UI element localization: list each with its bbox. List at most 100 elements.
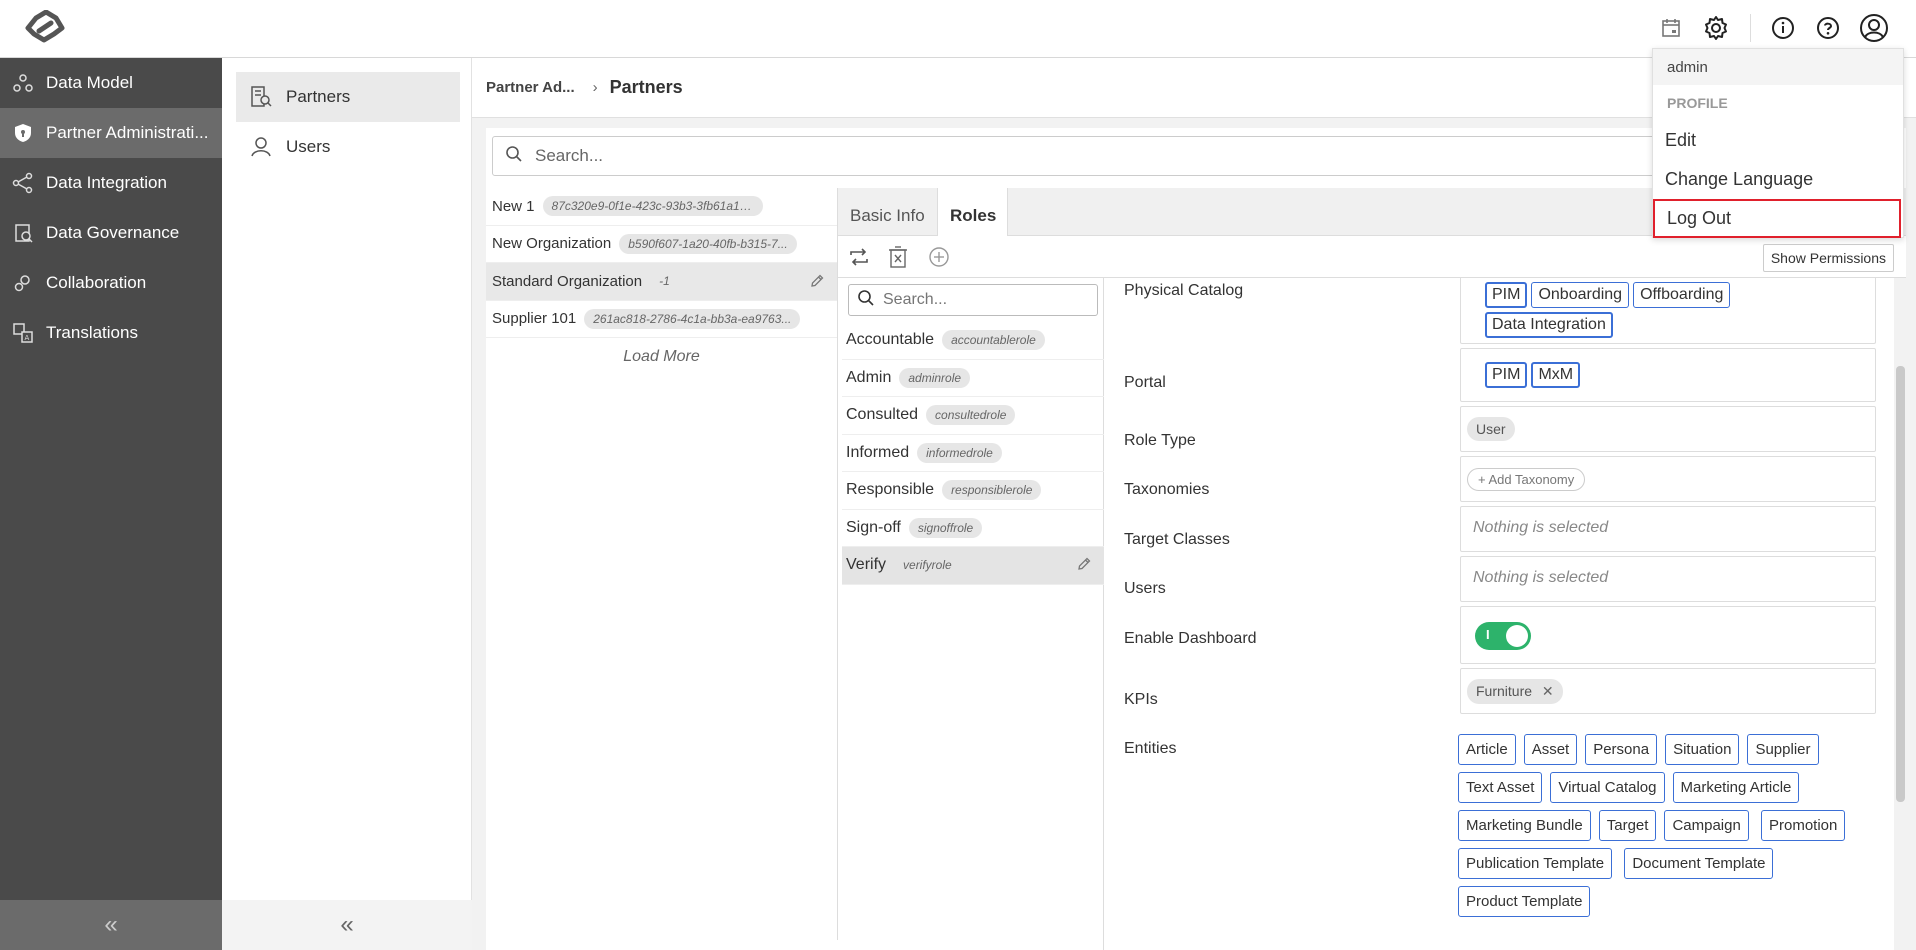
entity-tag[interactable]: Publication Template — [1458, 848, 1613, 879]
nav-item-label: Data Governance — [46, 223, 180, 242]
role-row[interactable]: Consulted consultedrole — [842, 397, 1104, 435]
enable-dashboard-toggle[interactable]: I — [1475, 622, 1531, 650]
physical-catalog-tag[interactable]: Offboarding — [1633, 282, 1731, 308]
role-name: Verify — [846, 556, 887, 574]
entity-tag[interactable]: Article — [1458, 734, 1516, 765]
role-name: Informed — [846, 443, 910, 461]
entity-tag[interactable]: Target — [1598, 810, 1657, 841]
entity-tag[interactable]: Supplier — [1747, 734, 1819, 765]
refresh-icon[interactable] — [848, 246, 870, 272]
physical-catalog-tag[interactable]: Onboarding — [1531, 282, 1630, 308]
role-row[interactable]: Admin adminrole — [842, 360, 1104, 397]
governance-icon — [0, 222, 46, 244]
role-list: Accountable accountablerole Admin adminr… — [838, 278, 1104, 950]
calendar-icon[interactable] — [1655, 12, 1687, 44]
target-classes-placeholder: Nothing is selected — [1473, 519, 1609, 536]
role-search — [848, 284, 1098, 316]
role-id-chip: responsiblerole — [942, 480, 1042, 501]
search-icon — [857, 289, 875, 311]
role-id-chip: verifyrole — [903, 558, 952, 573]
nav-item-label: Data Integration — [46, 173, 167, 192]
toggle-on-mark: I — [1486, 627, 1490, 642]
role-search-input[interactable] — [883, 291, 1093, 309]
app-logo-icon[interactable] — [22, 9, 68, 46]
search-icon — [505, 145, 523, 167]
show-permissions-button[interactable]: Show Permissions — [1762, 244, 1894, 272]
role-row-selected[interactable]: Verify verifyrole — [842, 547, 1104, 585]
entity-tag[interactable]: Situation — [1665, 734, 1740, 765]
role-row[interactable]: Informed informedrole — [842, 435, 1104, 472]
form-scrollbar[interactable] — [1894, 278, 1906, 950]
info-icon[interactable] — [1767, 12, 1799, 44]
nav-item-label: Translations — [46, 323, 138, 342]
entity-tag[interactable]: Marketing Article — [1672, 772, 1800, 803]
scrollbar-thumb[interactable] — [1896, 366, 1905, 802]
load-more-link[interactable]: Load More — [486, 338, 837, 366]
entity-tag[interactable]: Promotion — [1760, 810, 1846, 841]
sub-navigation: Partners Users « — [222, 58, 472, 950]
breadcrumb-parent[interactable]: Partner Ad... — [486, 79, 575, 96]
pencil-icon[interactable] — [809, 273, 825, 293]
entity-tag[interactable]: Text Asset — [1458, 772, 1543, 803]
collapse-nav-button[interactable]: « — [0, 900, 222, 950]
gear-icon[interactable] — [1700, 12, 1732, 44]
org-row[interactable]: New 1 87c320e9-0f1e-423c-93b3-3fb61a14a4… — [486, 188, 837, 226]
role-id-chip: accountablerole — [942, 330, 1045, 351]
target-classes-field[interactable]: Nothing is selected — [1460, 506, 1876, 552]
portal-tag[interactable]: PIM — [1485, 362, 1528, 388]
role-row[interactable]: Accountable accountablerole — [842, 322, 1104, 360]
org-row[interactable]: Supplier 101 261ac818-2786-4c1a-bb3a-ea9… — [486, 301, 837, 338]
tab-roles[interactable]: Roles — [938, 188, 1008, 237]
entity-tag[interactable]: Asset — [1523, 734, 1578, 765]
entity-tag[interactable]: Document Template — [1624, 848, 1774, 879]
change-language-menu-item[interactable]: Change Language — [1653, 160, 1903, 199]
kpis-field[interactable]: Furniture ✕ — [1460, 668, 1876, 714]
role-type-field[interactable]: User — [1460, 406, 1876, 452]
nav-item-data-integration[interactable]: Data Integration — [0, 158, 222, 208]
dropdown-section-header: PROFILE — [1667, 95, 1728, 111]
kpi-chip-label: Furniture — [1476, 683, 1533, 699]
partners-icon — [236, 85, 286, 109]
nav-item-data-model[interactable]: Data Model — [0, 58, 222, 108]
delete-icon[interactable] — [888, 246, 908, 272]
role-row[interactable]: Responsible responsiblerole — [842, 472, 1104, 510]
users-field[interactable]: Nothing is selected — [1460, 556, 1876, 602]
entity-tag[interactable]: Marketing Bundle — [1458, 810, 1591, 841]
nav-item-partner-administration[interactable]: Partner Administrati... — [0, 108, 222, 158]
physical-catalog-tag[interactable]: Data Integration — [1485, 312, 1613, 338]
help-icon[interactable] — [1812, 12, 1844, 44]
portal-field[interactable]: PIM MxM — [1460, 348, 1876, 402]
collapse-subnav-button[interactable]: « — [222, 900, 472, 950]
org-row-selected[interactable]: Standard Organization -1 — [486, 263, 837, 301]
main-navigation: Data Model Partner Administrati... Data … — [0, 58, 222, 950]
nav-item-collaboration[interactable]: Collaboration — [0, 258, 222, 308]
search-input[interactable] — [535, 146, 1635, 166]
subnav-item-label: Users — [286, 137, 331, 156]
nav-item-translations[interactable]: A Translations — [0, 308, 222, 358]
portal-tag[interactable]: MxM — [1531, 362, 1581, 388]
subnav-item-users[interactable]: Users — [236, 122, 460, 172]
add-taxonomy-button[interactable]: + Add Taxonomy — [1467, 468, 1586, 491]
entity-tag[interactable]: Virtual Catalog — [1550, 772, 1665, 803]
user-avatar-icon[interactable] — [1858, 12, 1890, 44]
roles-toolbar: Show Permissions — [838, 236, 1906, 278]
subnav-item-partners[interactable]: Partners — [236, 72, 460, 122]
org-row[interactable]: New Organization b590f607-1a20-40fb-b315… — [486, 226, 837, 263]
tab-basic-info[interactable]: Basic Info — [838, 188, 938, 236]
role-row[interactable]: Sign-off signoffrole — [842, 510, 1104, 547]
log-out-menu-item[interactable]: Log Out — [1653, 199, 1901, 238]
page-title: Partners — [609, 77, 683, 97]
physical-catalog-field[interactable]: PIM Onboarding Offboarding Data Integratio… — [1460, 278, 1876, 344]
entity-tag[interactable]: Product Template — [1458, 886, 1591, 917]
nav-item-data-governance[interactable]: Data Governance — [0, 208, 222, 258]
edit-profile-menu-item[interactable]: Edit — [1653, 121, 1903, 160]
add-icon[interactable] — [928, 246, 950, 272]
physical-catalog-tag[interactable]: PIM — [1485, 282, 1528, 308]
pencil-icon[interactable] — [1076, 556, 1092, 577]
role-name: Consulted — [846, 406, 919, 424]
organization-list: New 1 87c320e9-0f1e-423c-93b3-3fb61a14a4… — [486, 188, 838, 940]
entity-tag[interactable]: Campaign — [1664, 810, 1749, 841]
close-icon[interactable]: ✕ — [1542, 683, 1554, 699]
entity-tag[interactable]: Persona — [1585, 734, 1658, 765]
shield-icon — [0, 122, 46, 144]
